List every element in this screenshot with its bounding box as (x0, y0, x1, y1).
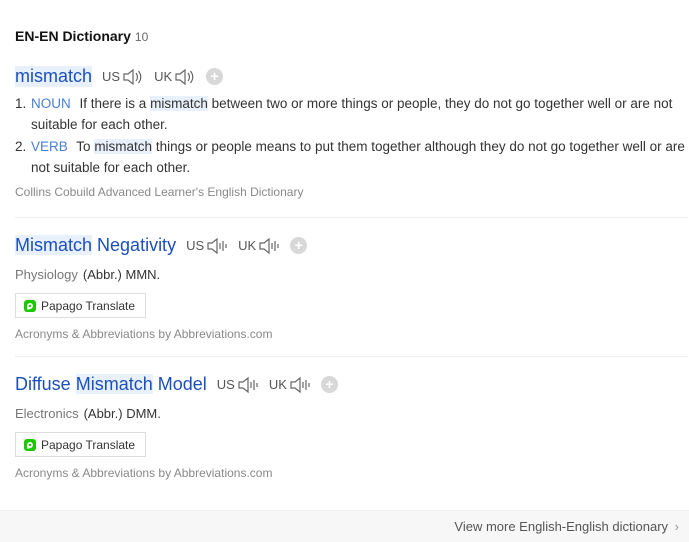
entry-title-row[interactable]: Diffuse Mismatch Model US UK + (15, 374, 687, 395)
result-count: 10 (134, 30, 149, 44)
highlighted-term: Mismatch (15, 235, 93, 255)
entry-diffuse-mismatch-model: Diffuse Mismatch Model US UK + Electroni… (15, 374, 687, 480)
category-label: Physiology (15, 267, 78, 282)
source-attribution: Acronyms & Abbreviations by Abbreviation… (15, 466, 273, 480)
divider (15, 217, 688, 218)
entry-mismatch: mismatch US UK + 1. NOUN If there is a m… (15, 66, 687, 199)
us-pronunciation[interactable]: US (217, 376, 259, 394)
plus-icon[interactable]: + (290, 237, 308, 254)
us-label: US (102, 69, 121, 84)
view-more-link[interactable]: View more English-English dictionary › (454, 519, 679, 534)
entry-word-link[interactable]: mismatch (15, 66, 93, 87)
speaker-icon[interactable] (258, 237, 280, 255)
meaning-row: Physiology (Abbr.) MMN. (15, 266, 687, 284)
uk-pronunciation[interactable]: UK (269, 376, 311, 394)
us-label: US (216, 377, 235, 392)
category-label: Electronics (15, 406, 79, 421)
speaker-icon[interactable] (289, 376, 311, 394)
papago-translate-button[interactable]: Papago Translate (15, 432, 147, 457)
definition-text: If there is a (79, 96, 147, 111)
papago-icon (24, 438, 36, 451)
speaker-icon[interactable] (206, 237, 228, 255)
entry-word-link[interactable]: Diffuse Mismatch Model (15, 374, 207, 395)
us-label: US (186, 238, 205, 253)
highlighted-term: Mismatch (75, 374, 153, 394)
entry-title-row[interactable]: Mismatch Negativity US UK + (15, 235, 687, 256)
meaning-row: Electronics (Abbr.) DMM. (15, 405, 687, 423)
entry-word-rest: Model (157, 374, 207, 394)
dictionary-title: EN-EN Dictionary (15, 28, 131, 44)
footer-bar: View more English-English dictionary › (0, 510, 689, 542)
papago-translate-button[interactable]: Papago Translate (15, 293, 147, 318)
papago-icon (24, 299, 36, 312)
entry-word-rest: Negativity (97, 235, 177, 255)
uk-pronunciation[interactable]: UK (154, 68, 196, 86)
uk-label: UK (154, 69, 173, 84)
view-more-label: View more English-English dictionary (454, 519, 669, 534)
plus-icon[interactable]: + (320, 376, 338, 393)
entry-word-link[interactable]: Mismatch Negativity (15, 235, 176, 256)
speaker-icon[interactable] (237, 376, 259, 394)
definition-item: 1. NOUN If there is a mismatch between t… (15, 93, 687, 135)
speaker-icon[interactable] (174, 68, 196, 86)
abbreviation-text: (Abbr.) DMM. (83, 406, 161, 421)
uk-label: UK (268, 377, 287, 392)
definition-number: 1. (15, 96, 27, 111)
uk-pronunciation[interactable]: UK (238, 237, 280, 255)
chevron-right-icon: › (674, 519, 679, 534)
definition-text: To (76, 139, 91, 154)
abbreviation-text: (Abbr.) MMN. (82, 267, 161, 282)
definition-number: 2. (15, 139, 27, 154)
definition-list: 1. NOUN If there is a mismatch between t… (15, 93, 687, 178)
definition-item: 2. VERB To mismatch things or people mea… (15, 136, 687, 178)
entry-word-pre: Diffuse (15, 374, 71, 394)
plus-icon[interactable]: + (206, 68, 224, 85)
part-of-speech: VERB (31, 139, 68, 154)
source-attribution: Acronyms & Abbreviations by Abbreviation… (15, 327, 273, 341)
highlighted-term: mismatch (150, 96, 208, 111)
divider (15, 356, 688, 357)
highlighted-term: mismatch (94, 139, 153, 154)
entry-mismatch-negativity: Mismatch Negativity US UK + Physiology (A… (15, 235, 687, 341)
papago-label: Papago Translate (41, 298, 136, 313)
papago-label: Papago Translate (41, 437, 136, 452)
speaker-icon[interactable] (122, 68, 144, 86)
uk-label: UK (238, 238, 257, 253)
part-of-speech: NOUN (31, 96, 71, 111)
entry-title-row: mismatch US UK + (15, 66, 687, 87)
dictionary-header: EN-EN Dictionary 10 (15, 28, 148, 44)
us-pronunciation[interactable]: US (186, 237, 228, 255)
source-attribution: Collins Cobuild Advanced Learner's Engli… (15, 185, 304, 199)
us-pronunciation[interactable]: US (102, 68, 144, 86)
